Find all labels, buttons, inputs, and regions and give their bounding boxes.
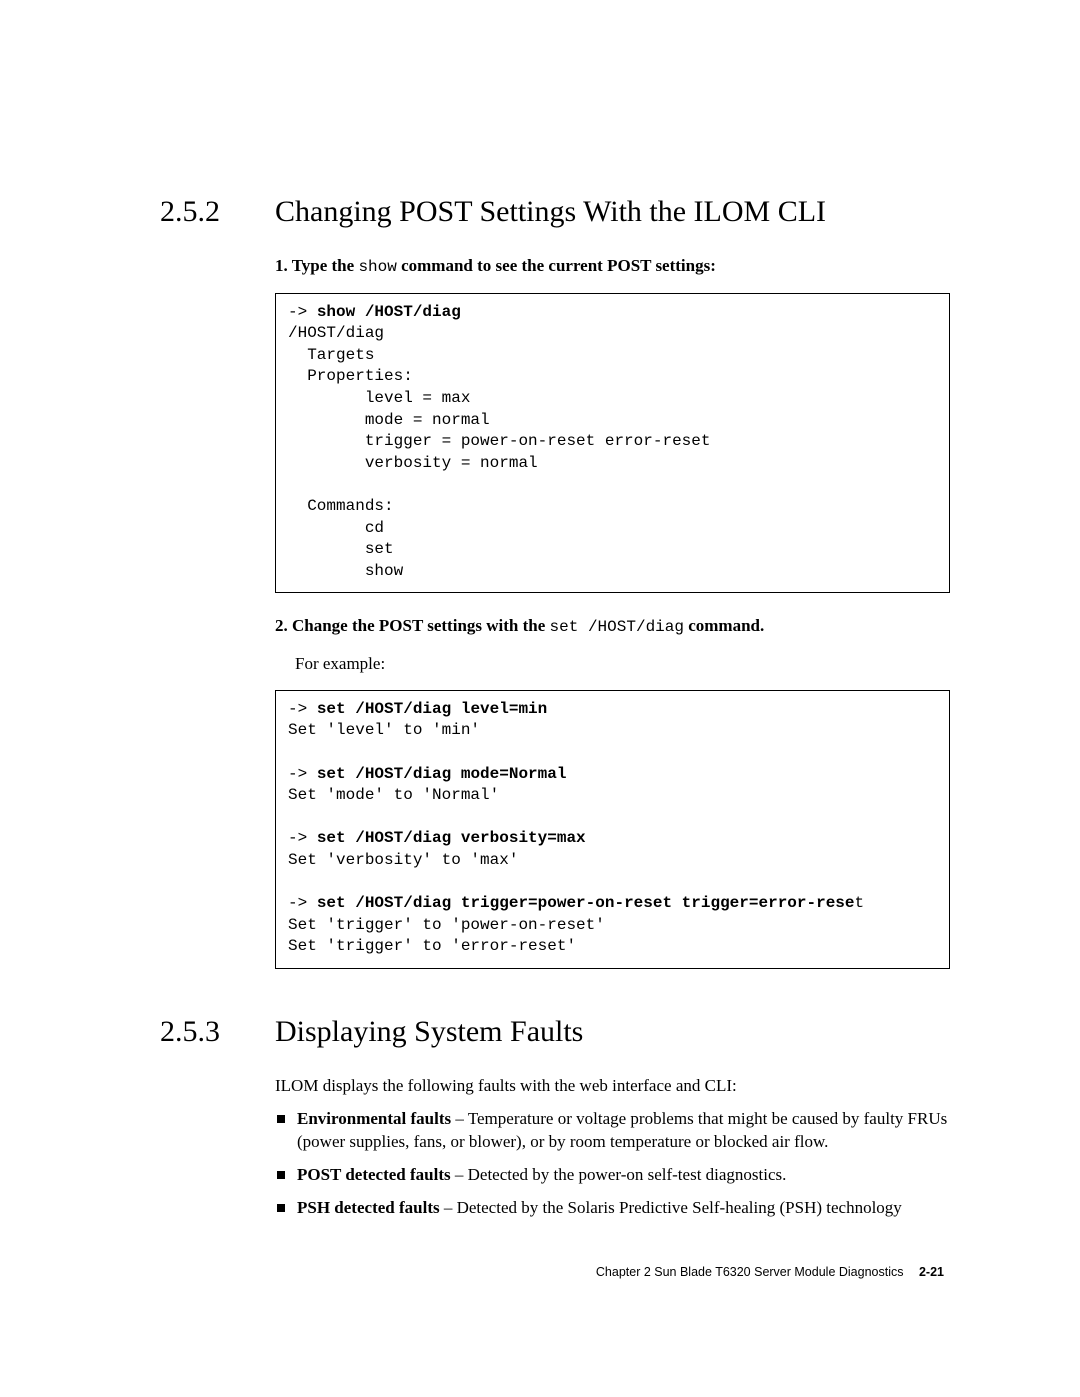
- code-line: ->: [288, 829, 317, 847]
- code-line-bold: set /HOST/diag verbosity=max: [317, 829, 586, 847]
- step-2-mono: set /HOST/diag: [550, 618, 684, 636]
- page: 2.5.2 Changing POST Settings With the IL…: [0, 0, 1080, 1397]
- code-line-bold: set /HOST/diag level=min: [317, 700, 547, 718]
- intro-paragraph: ILOM displays the following faults with …: [275, 1075, 950, 1098]
- step-1: 1. Type the show command to see the curr…: [275, 255, 950, 279]
- step-1-suffix: command to see the current POST settings…: [397, 256, 716, 275]
- bullet-bold: POST detected faults: [297, 1165, 451, 1184]
- step-1-mono: show: [358, 258, 396, 276]
- footer-page-number: 2-21: [919, 1265, 944, 1279]
- bullet-text: – Detected by the Solaris Predictive Sel…: [440, 1198, 902, 1217]
- code-line: show: [288, 562, 403, 580]
- step-2-prefix: 2. Change the POST settings with the: [275, 616, 550, 635]
- code-line: ->: [288, 700, 317, 718]
- code-line: ->: [288, 303, 317, 321]
- bullet-bold: Environmental faults: [297, 1109, 451, 1128]
- code-line: cd: [288, 519, 384, 537]
- code-line: Set 'mode' to 'Normal': [288, 786, 499, 804]
- code-line: Set 'verbosity' to 'max': [288, 851, 518, 869]
- code-line: Set 'trigger' to 'error-reset': [288, 937, 576, 955]
- code-block-set: -> set /HOST/diag level=min Set 'level' …: [275, 690, 950, 969]
- section-252-content: 1. Type the show command to see the curr…: [275, 255, 950, 969]
- code-line: Properties:: [288, 367, 413, 385]
- code-line: set: [288, 540, 394, 558]
- section-title: Changing POST Settings With the ILOM CLI: [275, 195, 826, 229]
- code-line: Commands:: [288, 497, 394, 515]
- code-line: /HOST/diag: [288, 324, 384, 342]
- section-header-252: 2.5.2 Changing POST Settings With the IL…: [160, 195, 950, 229]
- code-line: level = max: [288, 389, 470, 407]
- code-line: verbosity = normal: [288, 454, 538, 472]
- step-2: 2. Change the POST settings with the set…: [275, 615, 950, 639]
- step-2-suffix: command.: [684, 616, 764, 635]
- section-number: 2.5.3: [160, 1015, 275, 1049]
- code-line-bold: set /HOST/diag trigger=power-on-reset tr…: [317, 894, 855, 912]
- step-2-example: For example:: [295, 653, 950, 676]
- code-line: mode = normal: [288, 411, 490, 429]
- code-block-show: -> show /HOST/diag /HOST/diag Targets Pr…: [275, 293, 950, 594]
- section-253-content: ILOM displays the following faults with …: [275, 1075, 950, 1220]
- code-line: ->: [288, 894, 317, 912]
- code-line: ->: [288, 765, 317, 783]
- code-line: Set 'level' to 'min': [288, 721, 480, 739]
- list-item: PSH detected faults – Detected by the So…: [275, 1197, 950, 1220]
- code-line: t: [855, 894, 865, 912]
- list-item: Environmental faults – Temperature or vo…: [275, 1108, 950, 1154]
- code-line: Set 'trigger' to 'power-on-reset': [288, 916, 605, 934]
- section-header-253: 2.5.3 Displaying System Faults: [160, 1015, 950, 1049]
- footer-chapter: Chapter 2 Sun Blade T6320 Server Module …: [596, 1265, 904, 1279]
- section-title: Displaying System Faults: [275, 1015, 583, 1049]
- list-item: POST detected faults – Detected by the p…: [275, 1164, 950, 1187]
- step-1-prefix: 1. Type the: [275, 256, 358, 275]
- code-line-bold: show /HOST/diag: [317, 303, 461, 321]
- section-number: 2.5.2: [160, 195, 275, 229]
- code-line-bold: set /HOST/diag mode=Normal: [317, 765, 567, 783]
- code-line: Targets: [288, 346, 374, 364]
- bullet-text: – Detected by the power-on self-test dia…: [451, 1165, 787, 1184]
- code-line: trigger = power-on-reset error-reset: [288, 432, 710, 450]
- fault-list: Environmental faults – Temperature or vo…: [275, 1108, 950, 1220]
- bullet-bold: PSH detected faults: [297, 1198, 440, 1217]
- page-footer: Chapter 2 Sun Blade T6320 Server Module …: [596, 1265, 944, 1279]
